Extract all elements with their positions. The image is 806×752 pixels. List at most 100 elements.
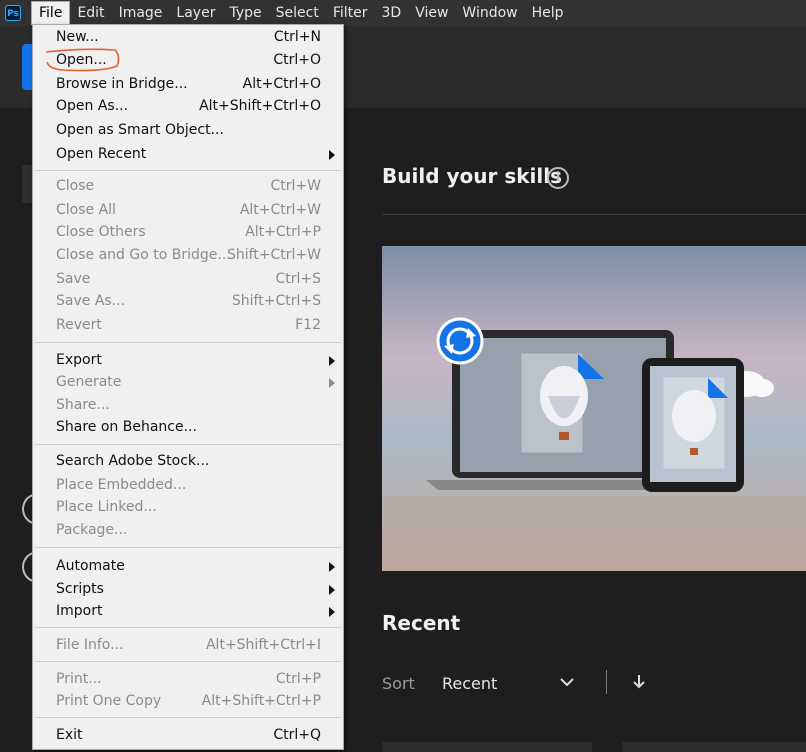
menu-item-label: Close All bbox=[56, 202, 116, 218]
menu-help[interactable]: Help bbox=[525, 2, 571, 24]
menu-item-package[interactable]: Package... bbox=[33, 519, 343, 541]
menu-item-browse-in-bridge[interactable]: Browse in Bridge... Alt+Ctrl+O bbox=[33, 73, 343, 95]
submenu-arrow-icon bbox=[329, 356, 335, 366]
menu-item-label: File Info... bbox=[56, 637, 124, 653]
menu-item-label: Print One Copy bbox=[56, 693, 162, 709]
submenu-arrow-icon bbox=[329, 585, 335, 595]
menu-item-revert[interactable]: Revert F12 bbox=[33, 314, 343, 336]
menu-item-open-recent[interactable]: Open Recent bbox=[33, 143, 343, 165]
submenu-arrow-icon bbox=[329, 562, 335, 572]
menu-item-label: Import bbox=[56, 603, 103, 619]
menu-item-print-one-copy[interactable]: Print One Copy Alt+Shift+Ctrl+P bbox=[33, 690, 343, 712]
menu-separator bbox=[35, 717, 341, 718]
section-divider bbox=[382, 214, 806, 215]
menu-filter[interactable]: Filter bbox=[326, 2, 375, 24]
menu-item-file-info[interactable]: File Info... Alt+Shift+Ctrl+I bbox=[33, 634, 343, 656]
menu-item-label: Close bbox=[56, 178, 95, 194]
sort-separator bbox=[606, 670, 607, 694]
annotation-circle-icon bbox=[45, 48, 120, 72]
menu-separator bbox=[35, 342, 341, 343]
recent-file-thumbnail[interactable] bbox=[382, 742, 592, 752]
menu-layer[interactable]: Layer bbox=[169, 2, 222, 24]
menu-item-label: Share... bbox=[56, 397, 110, 413]
menu-item-shortcut: Alt+Shift+Ctrl+I bbox=[205, 637, 321, 653]
submenu-arrow-icon bbox=[329, 607, 335, 617]
submenu-arrow-icon bbox=[329, 150, 335, 160]
menu-item-search-adobe-stock[interactable]: Search Adobe Stock... bbox=[33, 450, 343, 472]
menu-item-save-as[interactable]: Save As... Shift+Ctrl+S bbox=[33, 290, 343, 312]
menu-item-label: Open As... bbox=[56, 98, 129, 114]
menu-3d[interactable]: 3D bbox=[375, 2, 409, 24]
menu-item-close-all[interactable]: Close All Alt+Ctrl+W bbox=[33, 199, 343, 221]
menu-item-open-as-smart-object[interactable]: Open as Smart Object... bbox=[33, 119, 343, 141]
submenu-arrow-icon bbox=[329, 378, 335, 388]
menu-item-close[interactable]: Close Ctrl+W bbox=[33, 175, 343, 197]
menu-item-label: Open as Smart Object... bbox=[56, 122, 224, 138]
menu-separator bbox=[35, 444, 341, 445]
menu-item-scripts[interactable]: Scripts bbox=[33, 578, 343, 600]
menu-item-shortcut: Alt+Ctrl+O bbox=[242, 76, 321, 92]
menu-item-shortcut: Alt+Shift+Ctrl+O bbox=[199, 98, 321, 114]
photoshop-logo-icon[interactable]: Ps bbox=[5, 5, 21, 21]
menu-select[interactable]: Select bbox=[269, 2, 326, 24]
skills-title: Build your skills bbox=[382, 164, 562, 188]
menu-item-label: Print... bbox=[56, 671, 102, 687]
menu-item-shortcut: Alt+Ctrl+W bbox=[239, 202, 321, 218]
menu-item-place-embedded[interactable]: Place Embedded... bbox=[33, 474, 343, 496]
menu-image[interactable]: Image bbox=[112, 2, 170, 24]
menu-item-shortcut: Ctrl+P bbox=[275, 671, 321, 687]
sort-dropdown[interactable]: Recent bbox=[442, 674, 497, 693]
menu-item-label: Place Linked... bbox=[56, 499, 157, 515]
menu-item-label: Save As... bbox=[56, 293, 126, 309]
menu-item-import[interactable]: Import bbox=[33, 600, 343, 622]
menu-separator bbox=[35, 547, 341, 548]
menu-item-label: Search Adobe Stock... bbox=[56, 453, 210, 469]
menu-item-print[interactable]: Print... Ctrl+P bbox=[33, 668, 343, 690]
menu-separator bbox=[35, 170, 341, 171]
menu-item-shortcut: Ctrl+S bbox=[275, 271, 321, 287]
banner-illustration bbox=[382, 246, 806, 571]
menu-item-shortcut: Alt+Shift+Ctrl+P bbox=[201, 693, 321, 709]
menu-item-label: Open Recent bbox=[56, 146, 147, 162]
menu-item-label: Close Others bbox=[56, 224, 146, 240]
menu-type[interactable]: Type bbox=[222, 2, 268, 24]
menu-item-open-as[interactable]: Open As... Alt+Shift+Ctrl+O bbox=[33, 95, 343, 117]
menu-item-label: Export bbox=[56, 352, 102, 368]
file-menu-dropdown: New... Ctrl+N Open... Ctrl+O Browse in Bridg… bbox=[32, 24, 344, 750]
menu-item-close-others[interactable]: Close Others Alt+Ctrl+P bbox=[33, 221, 343, 243]
menu-item-shortcut: Ctrl+N bbox=[273, 29, 321, 45]
menu-item-export[interactable]: Export bbox=[33, 349, 343, 371]
skills-banner-image[interactable] bbox=[382, 246, 806, 571]
menu-item-exit[interactable]: Exit Ctrl+Q bbox=[33, 724, 343, 746]
menu-item-label: Save bbox=[56, 271, 91, 287]
menu-item-label: Share on Behance... bbox=[56, 419, 197, 435]
menu-bar: Ps File Edit Image Layer Type Select Filter 3D V… bbox=[0, 0, 806, 26]
menu-view[interactable]: View bbox=[408, 2, 455, 24]
menu-item-shortcut: Alt+Ctrl+P bbox=[245, 224, 321, 240]
menu-edit[interactable]: Edit bbox=[70, 2, 111, 24]
chevron-down-icon[interactable] bbox=[557, 672, 577, 692]
sort-label: Sort bbox=[382, 674, 415, 693]
menu-item-label: Browse in Bridge... bbox=[56, 76, 188, 92]
recent-file-thumbnail[interactable] bbox=[622, 742, 806, 752]
menu-item-place-linked[interactable]: Place Linked... bbox=[33, 496, 343, 518]
menu-file[interactable]: File bbox=[31, 1, 71, 25]
menu-item-label: Generate bbox=[56, 374, 122, 390]
menu-item-share-on-behance[interactable]: Share on Behance... bbox=[33, 416, 343, 438]
info-icon[interactable]: i bbox=[547, 167, 569, 189]
menu-item-shortcut: Ctrl+O bbox=[273, 52, 321, 68]
menu-item-automate[interactable]: Automate bbox=[33, 555, 343, 577]
menu-item-label: Place Embedded... bbox=[56, 477, 187, 493]
menu-item-shortcut: F12 bbox=[295, 317, 321, 333]
menu-item-shortcut: Shift+Ctrl+W bbox=[226, 247, 321, 263]
menu-item-new[interactable]: New... Ctrl+N bbox=[33, 26, 343, 48]
menu-item-generate[interactable]: Generate bbox=[33, 371, 343, 393]
sort-direction-arrow-icon[interactable] bbox=[630, 672, 648, 692]
menu-item-share[interactable]: Share... bbox=[33, 394, 343, 416]
menu-item-label: Revert bbox=[56, 317, 102, 333]
menu-item-save[interactable]: Save Ctrl+S bbox=[33, 268, 343, 290]
menu-item-close-and-go-to-bridge[interactable]: Close and Go to Bridge... Shift+Ctrl+W bbox=[33, 244, 343, 266]
menu-window[interactable]: Window bbox=[455, 2, 524, 24]
menu-item-label: New... bbox=[56, 29, 99, 45]
menu-item-label: Automate bbox=[56, 558, 125, 574]
